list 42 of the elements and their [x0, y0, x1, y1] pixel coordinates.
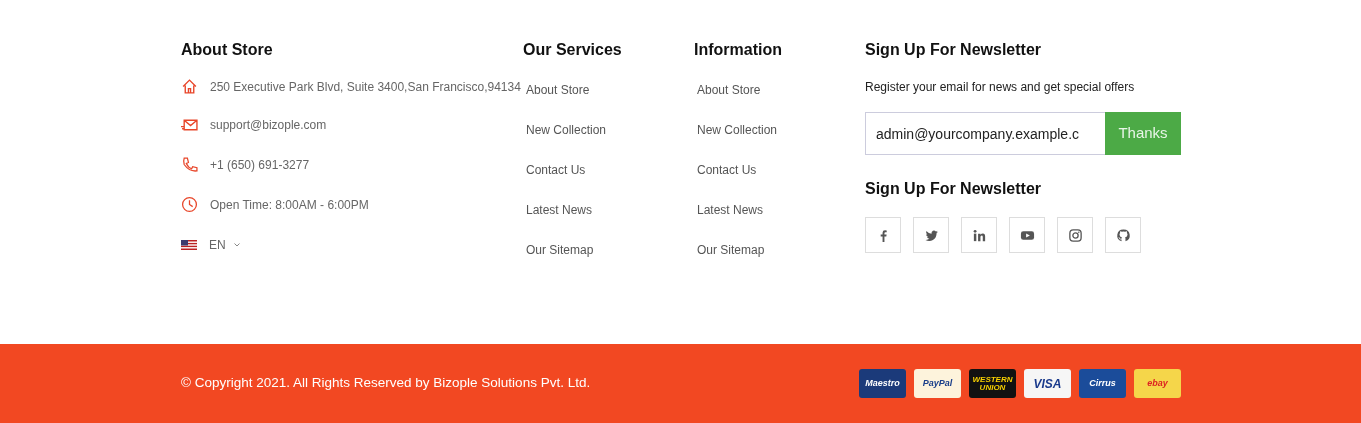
footer-link[interactable]: Our Sitemap: [697, 241, 765, 259]
column-heading: Sign Up For Newsletter: [865, 40, 1043, 60]
payment-logo: Maestro: [859, 369, 906, 398]
newsletter-text: Register your email for news and get special offers: [865, 79, 1136, 96]
contact-text: 250 Executive Park Blvd, Suite 3400,San Francisco,94134: [210, 79, 521, 96]
language-selector[interactable]: EN: [209, 236, 226, 254]
payment-logo: WESTERN UNION: [969, 369, 1016, 398]
column-heading: Information: [694, 40, 783, 60]
copyright-text: © Copyright 2021. All Rights Reserved by Bizople Solutions Pvt. Ltd.: [181, 374, 591, 393]
contact-text: Open Time: 8:00AM - 6:00PM: [210, 197, 369, 214]
social-button[interactable]: [961, 217, 997, 253]
column-heading: Our Services: [523, 40, 623, 60]
linkedin-icon: [971, 227, 987, 243]
social-button[interactable]: [1105, 217, 1141, 253]
footer-link[interactable]: Our Sitemap: [526, 241, 594, 259]
footer-link[interactable]: Contact Us: [526, 161, 586, 179]
clock-icon: [181, 196, 198, 213]
social-button[interactable]: [1057, 217, 1093, 253]
social-button[interactable]: [1009, 217, 1045, 253]
footer-link[interactable]: New Collection: [697, 121, 778, 139]
home-icon: [181, 78, 198, 95]
phone-icon: [181, 156, 198, 173]
github-icon: [1115, 227, 1131, 243]
contact-text: support@bizople.com: [210, 117, 327, 134]
social-button[interactable]: [913, 217, 949, 253]
footer-link[interactable]: About Store: [526, 81, 590, 99]
payment-logo: VISA: [1024, 369, 1071, 398]
contact-text: +1 (650) 691-3277: [210, 157, 310, 174]
column-heading: About Store: [181, 40, 274, 60]
caret-icon: [233, 243, 240, 247]
flag-icon: [181, 240, 197, 250]
payment-logo: Cirrus: [1079, 369, 1126, 398]
payment-logo: ebay: [1134, 369, 1181, 398]
email-field[interactable]: admin@yourcompany.example.c: [865, 112, 1105, 155]
payment-logo: PayPal: [914, 369, 961, 398]
footer-link[interactable]: Contact Us: [697, 161, 757, 179]
instagram-icon: [1067, 227, 1083, 243]
footer-link[interactable]: Latest News: [526, 201, 593, 219]
footer-link[interactable]: New Collection: [526, 121, 607, 139]
footer-link[interactable]: About Store: [697, 81, 761, 99]
column-heading: Sign Up For Newsletter: [865, 179, 1043, 199]
footer-link[interactable]: Latest News: [697, 201, 764, 219]
